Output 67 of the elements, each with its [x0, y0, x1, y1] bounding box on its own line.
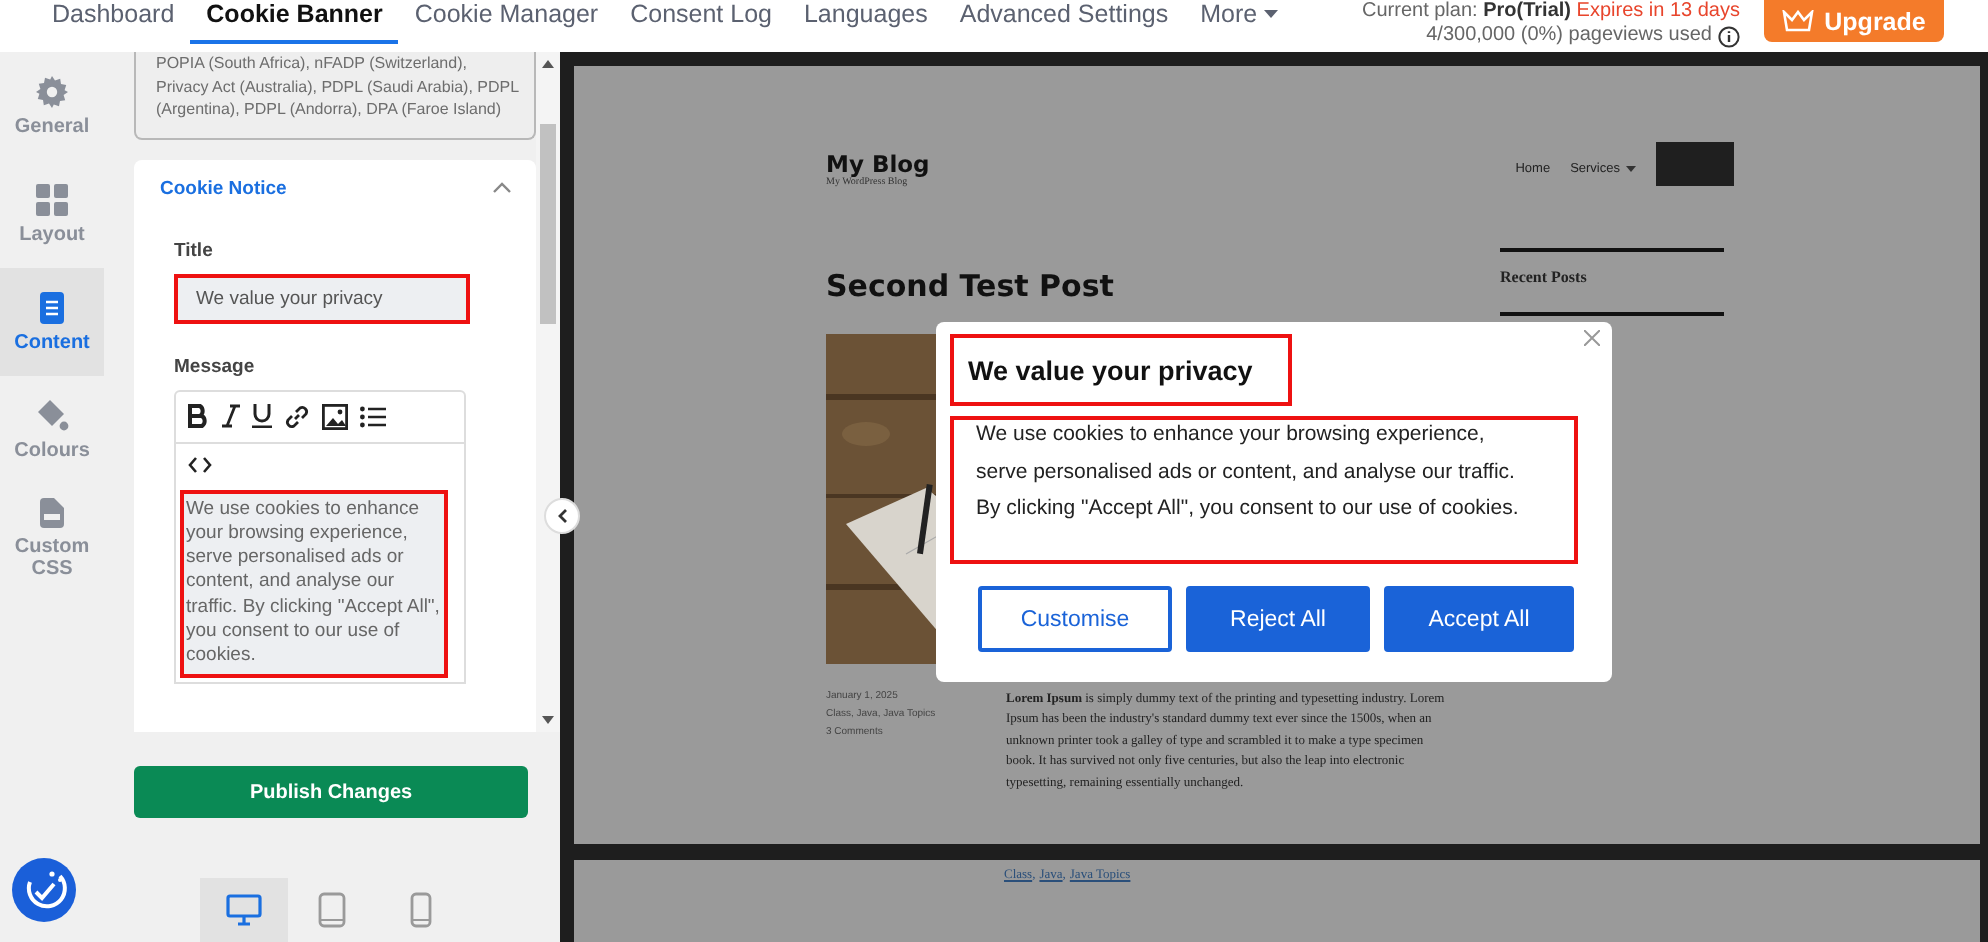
plan-label: Current plan:: [1362, 0, 1480, 22]
bold-icon: [188, 404, 210, 428]
grid-icon: [36, 183, 68, 215]
expiry-text: Expires in 13 days: [1576, 0, 1740, 22]
menu-item-highlight: [1656, 142, 1734, 186]
underline-button[interactable]: [252, 404, 272, 428]
list-button[interactable]: [360, 405, 386, 427]
sidebar-item[interactable]: General: [0, 52, 104, 160]
crown-icon: [1782, 10, 1815, 32]
publish-button[interactable]: Publish Changes: [134, 766, 528, 818]
field-label: Title: [174, 239, 215, 261]
section-header[interactable]: Cookie Notice: [134, 159, 536, 217]
nav-tab[interactable]: Consent Log: [614, 0, 788, 44]
message-editor[interactable]: We use cookies to enhance your browsing experience, serve personalised ads or content, and analyse our traffic. By clicking "Accept All", you consent to our use of cookies.: [180, 489, 448, 678]
gear-icon: [36, 75, 68, 107]
italic-icon: [222, 404, 240, 428]
image-icon: [322, 403, 348, 429]
close-icon: [1584, 330, 1600, 346]
code-button[interactable]: [188, 455, 212, 473]
caret-icon: [1263, 9, 1278, 19]
paint-icon: [34, 399, 70, 431]
bold-button[interactable]: [188, 404, 210, 428]
nav-tab[interactable]: Advanced Settings: [943, 0, 1185, 44]
chevron-left-icon: [557, 508, 567, 524]
law-list-text: POPIA (South Africa), nFADP (Switzerland), Privacy Act (Australia), PDPL (Saudi Arabia), PDPL (Argentina), PDPL (Andorra), DPA (Faroe Island): [134, 52, 536, 139]
scroll-down-icon: [542, 716, 554, 724]
list-icon: [360, 405, 386, 427]
underline-icon: [252, 404, 272, 428]
image-button[interactable]: [322, 403, 348, 429]
nav-tab[interactable]: Dashboard: [36, 0, 191, 44]
code-icon: [188, 455, 212, 473]
consent-logo-icon: [12, 858, 76, 922]
usage-text: 4/300,000 (0%) pageviews used: [1426, 24, 1712, 48]
close-button[interactable]: [1580, 326, 1604, 350]
italic-button[interactable]: [222, 404, 240, 428]
sidebar-heading: Recent Posts: [1500, 252, 1724, 316]
site-title: My Blog: [826, 150, 930, 178]
sidebar-item[interactable]: Custom CSS: [0, 484, 104, 592]
scroll-up-icon: [542, 60, 554, 68]
css-icon: [40, 497, 64, 527]
nav-tab[interactable]: More: [1184, 0, 1294, 44]
info-icon: [1718, 25, 1740, 47]
caret-icon: [1626, 165, 1636, 171]
nav-tab[interactable]: Cookie Manager: [398, 0, 615, 44]
banner-message: We use cookies to enhance your browsing experience, serve personalised ads or content, and analyse our traffic. By clicking "Accept All", you consent to our use of cookies.: [950, 416, 1578, 564]
sidebar-item[interactable]: Colours: [0, 376, 104, 484]
plan-name: Pro(Trial): [1483, 0, 1571, 22]
banner-title: We value your privacy: [950, 334, 1292, 406]
field-label: Message: [174, 355, 257, 377]
document-icon: [40, 291, 64, 323]
nav-tab[interactable]: Languages: [787, 0, 944, 44]
chevron-icon: [492, 182, 512, 194]
link-icon: [284, 403, 310, 429]
desktop-view-button[interactable]: [200, 878, 288, 942]
banner-button[interactable]: Reject All: [1186, 586, 1370, 652]
banner-button[interactable]: Accept All: [1384, 586, 1574, 652]
sidebar-item[interactable]: Content: [0, 268, 104, 376]
link-button[interactable]: [284, 403, 310, 429]
tablet-icon: [318, 892, 346, 928]
title-input[interactable]: We value your privacy: [174, 273, 470, 323]
mobile-icon: [409, 892, 431, 928]
sidebar-item[interactable]: Layout: [0, 160, 104, 268]
desktop-icon: [226, 894, 262, 926]
banner-button[interactable]: Customise: [978, 586, 1172, 652]
nav-tab[interactable]: Cookie Banner: [190, 0, 399, 44]
scrollbar-thumb[interactable]: [540, 124, 556, 324]
post-title: Second Test Post: [826, 268, 1116, 304]
